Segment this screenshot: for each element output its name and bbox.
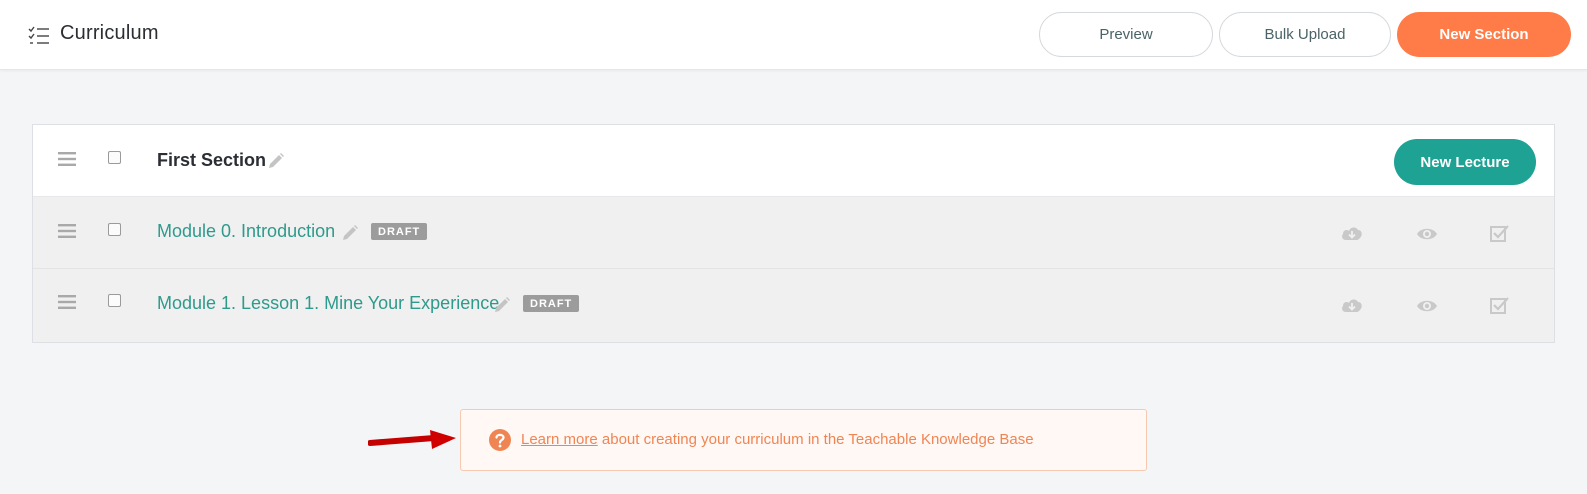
pencil-icon[interactable] (267, 152, 285, 170)
lecture-row[interactable]: Module 1. Lesson 1. Mine Your Experience… (33, 269, 1554, 342)
eye-icon[interactable] (1416, 297, 1438, 315)
bulk-upload-button[interactable]: Bulk Upload (1219, 12, 1391, 57)
lecture-title[interactable]: Module 0. Introduction (157, 221, 335, 242)
section-checkbox[interactable] (108, 151, 121, 164)
drag-handle-icon[interactable] (58, 152, 76, 166)
drag-handle-icon[interactable] (58, 295, 76, 309)
pencil-icon[interactable] (493, 296, 511, 314)
cloud-download-icon[interactable] (1341, 224, 1363, 242)
learn-more-link[interactable]: Learn more (521, 431, 598, 448)
section-title: First Section (157, 150, 267, 170)
draft-badge: DRAFT (523, 295, 580, 312)
knowledge-base-description: about creating your curriculum in the Te… (597, 431, 1034, 448)
lecture-row[interactable]: Module 0. Introduction DRAFT (33, 197, 1554, 269)
curriculum-panel: First Section New Lecture Module 0. Intr… (32, 124, 1555, 343)
page-title: Curriculum (60, 22, 159, 44)
question-circle-icon (489, 429, 511, 451)
drag-handle-icon[interactable] (58, 224, 76, 238)
cloud-download-icon[interactable] (1341, 296, 1363, 314)
checkbox-check-icon[interactable] (1489, 224, 1511, 242)
draft-badge: DRAFT (371, 223, 428, 240)
top-bar: Curriculum Preview Bulk Upload New Secti… (0, 0, 1587, 70)
checkbox-check-icon[interactable] (1489, 296, 1511, 314)
section-row: First Section New Lecture (33, 125, 1554, 197)
lecture-checkbox[interactable] (108, 223, 121, 236)
pencil-icon[interactable] (341, 224, 359, 242)
lecture-title[interactable]: Module 1. Lesson 1. Mine Your Experience (157, 293, 499, 314)
red-arrow-icon (368, 430, 456, 449)
checklist-icon (28, 26, 49, 44)
lecture-checkbox[interactable] (108, 294, 121, 307)
new-section-button[interactable]: New Section (1397, 12, 1571, 57)
eye-icon[interactable] (1416, 225, 1438, 243)
new-lecture-button[interactable]: New Lecture (1394, 139, 1536, 185)
knowledge-base-text: Learn more about creating your curriculu… (521, 431, 1034, 448)
preview-button[interactable]: Preview (1039, 12, 1213, 57)
knowledge-base-notice: Learn more about creating your curriculu… (460, 409, 1147, 471)
